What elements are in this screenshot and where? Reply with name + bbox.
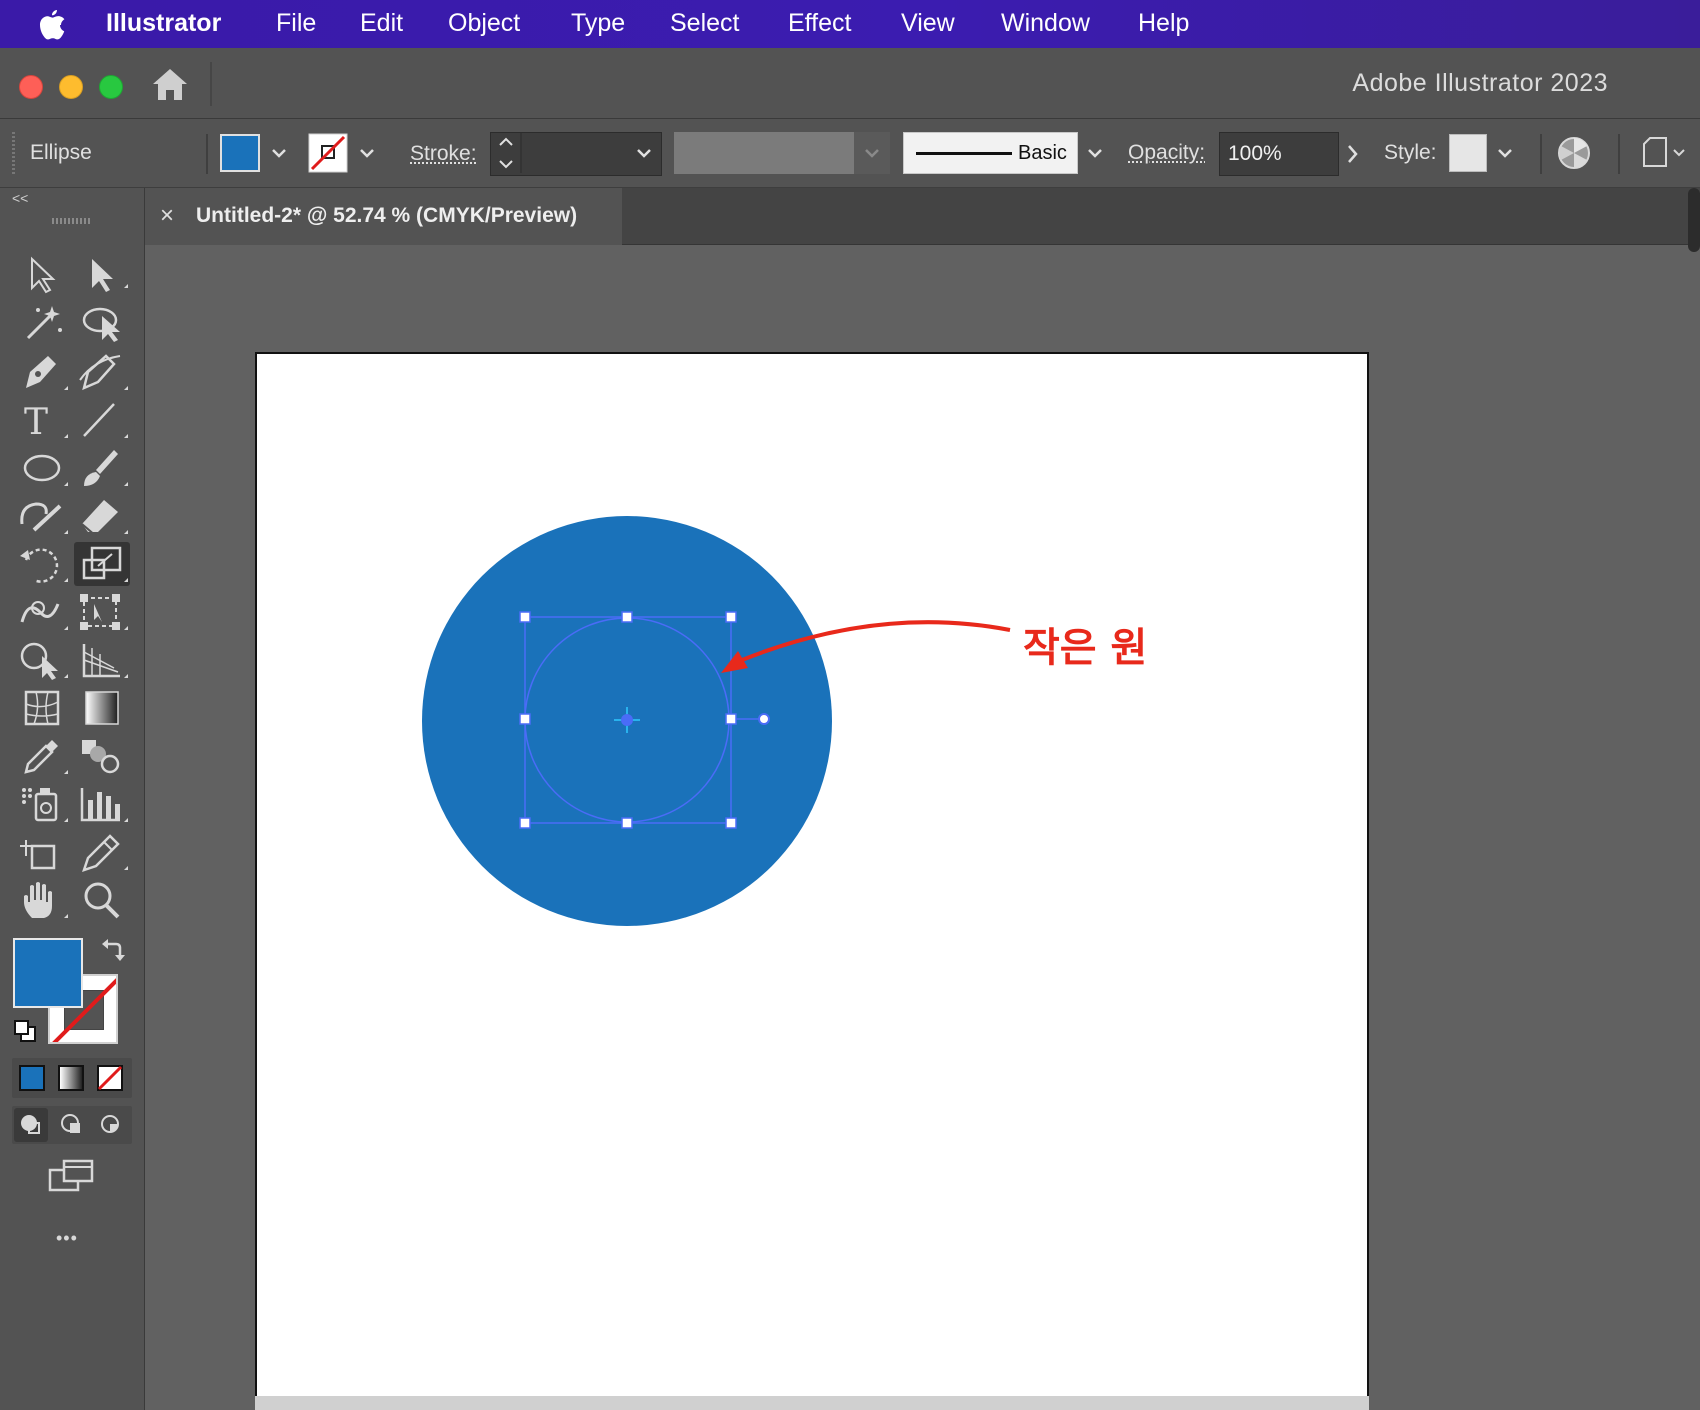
brush-label: Basic (1018, 142, 1067, 164)
menu-select[interactable]: Select (670, 0, 739, 48)
svg-text:T: T (24, 402, 48, 442)
close-tab-icon[interactable]: × (160, 203, 174, 229)
graphic-style-swatch[interactable] (1449, 134, 1487, 172)
brush-dropdown-chevron-icon[interactable] (1081, 134, 1109, 174)
opacity-expand-chevron-icon[interactable] (1338, 134, 1366, 174)
gradient-mode-button[interactable] (58, 1065, 84, 1091)
brush-definition[interactable]: Basic (903, 132, 1078, 174)
draw-normal-button[interactable] (14, 1108, 48, 1142)
opacity-label[interactable]: Opacity: (1128, 141, 1205, 165)
artboard[interactable] (255, 352, 1369, 1410)
scale-tool[interactable] (74, 542, 130, 586)
draw-inside-icon[interactable] (94, 1108, 128, 1142)
titlebar-divider (210, 62, 212, 106)
artboard-tool[interactable] (14, 830, 70, 874)
divider (1540, 134, 1542, 174)
fill-color-swatch[interactable] (220, 134, 260, 172)
collapse-panel-button[interactable]: << (12, 190, 28, 206)
menu-help[interactable]: Help (1138, 0, 1189, 48)
gradient-tool[interactable] (74, 686, 130, 730)
draw-normal-icon (21, 1115, 40, 1134)
divider (1618, 134, 1620, 174)
change-screen-mode-icon[interactable] (48, 1158, 96, 1194)
selection-type-label: Ellipse (30, 141, 92, 164)
color-mode-button[interactable] (19, 1065, 45, 1091)
brush-stroke-preview (916, 152, 1012, 155)
menu-view[interactable]: View (901, 0, 955, 48)
zoom-tool[interactable] (74, 878, 130, 922)
minimize-window-button[interactable] (59, 75, 83, 99)
menu-type[interactable]: Type (571, 0, 625, 48)
stroke-color-swatch[interactable] (308, 133, 350, 173)
slice-tool[interactable] (74, 830, 130, 874)
paintbrush-tool[interactable] (74, 446, 130, 490)
symbol-sprayer-tool[interactable] (14, 782, 70, 826)
menu-bar: Illustrator File Edit Object Type Select… (0, 0, 1700, 48)
annotation-label: 작은 원 (1023, 624, 1148, 671)
fill-swatch-large[interactable] (13, 938, 83, 1008)
direct-selection-tool[interactable] (74, 254, 130, 298)
menu-file[interactable]: File (276, 0, 316, 48)
shape-builder-tool[interactable] (14, 638, 70, 682)
pen-tool[interactable] (14, 350, 70, 394)
edit-toolbar-button[interactable]: ••• (56, 1228, 78, 1249)
panel-grip[interactable] (52, 218, 90, 224)
line-segment-tool[interactable] (74, 398, 130, 442)
swap-fill-stroke-icon[interactable] (98, 936, 126, 964)
lasso-tool[interactable] (74, 302, 130, 346)
stroke-stepper-icon[interactable] (492, 133, 522, 173)
app-title: Adobe Illustrator 2023 (1352, 69, 1608, 97)
menu-effect[interactable]: Effect (788, 0, 851, 48)
style-label: Style: (1384, 141, 1437, 164)
document-tab-title: Untitled-2* @ 52.74 % (CMYK/Preview) (196, 204, 578, 227)
opacity-field[interactable]: 100% (1219, 132, 1339, 176)
fill-dropdown-chevron-icon[interactable] (265, 134, 293, 174)
stroke-dropdown-chevron-icon[interactable] (353, 134, 381, 174)
hand-tool[interactable] (14, 878, 70, 922)
divider (206, 134, 208, 174)
eyedropper-tool[interactable] (14, 734, 70, 778)
type-tool[interactable]: T (14, 398, 70, 443)
control-bar-grip[interactable] (12, 132, 15, 174)
menu-edit[interactable]: Edit (360, 0, 403, 48)
close-window-button[interactable] (19, 75, 43, 99)
mesh-tool[interactable] (14, 686, 70, 730)
variable-width-profile[interactable] (674, 132, 854, 174)
width-profile-chevron-icon (865, 149, 879, 158)
warp-tool[interactable] (14, 590, 70, 634)
magic-wand-tool[interactable] (14, 302, 70, 346)
apple-icon[interactable] (38, 8, 66, 40)
perspective-grid-tool[interactable] (74, 638, 130, 682)
column-graph-tool[interactable] (74, 782, 130, 826)
selection-tool[interactable] (14, 254, 70, 298)
ellipse-tool[interactable] (14, 446, 70, 490)
eraser-tool[interactable] (74, 494, 130, 538)
free-transform-tool[interactable] (74, 590, 130, 634)
default-fill-stroke-icon[interactable] (12, 1018, 38, 1044)
blend-tool[interactable] (74, 734, 130, 778)
menu-object[interactable]: Object (448, 0, 520, 48)
opacity-value: 100% (1228, 142, 1282, 165)
horizontal-scrollbar[interactable] (255, 1396, 1369, 1410)
none-mode-button[interactable] (97, 1065, 125, 1093)
panel-scrollbar[interactable] (1688, 188, 1700, 252)
menu-window[interactable]: Window (1001, 0, 1090, 48)
menu-app-name[interactable]: Illustrator (106, 0, 221, 48)
curvature-tool[interactable] (74, 350, 130, 394)
draw-behind-icon[interactable] (55, 1108, 89, 1142)
style-dropdown-chevron-icon[interactable] (1491, 134, 1519, 174)
zoom-window-button[interactable] (99, 75, 123, 99)
recolor-artwork-icon[interactable] (1556, 134, 1592, 172)
shaper-tool[interactable] (14, 494, 70, 538)
rotate-tool[interactable] (14, 542, 70, 586)
align-to-artboard-icon[interactable] (1638, 134, 1686, 172)
home-icon[interactable] (150, 66, 190, 102)
stroke-weight-chevron-icon[interactable] (630, 134, 658, 174)
stroke-label[interactable]: Stroke: (410, 142, 477, 166)
